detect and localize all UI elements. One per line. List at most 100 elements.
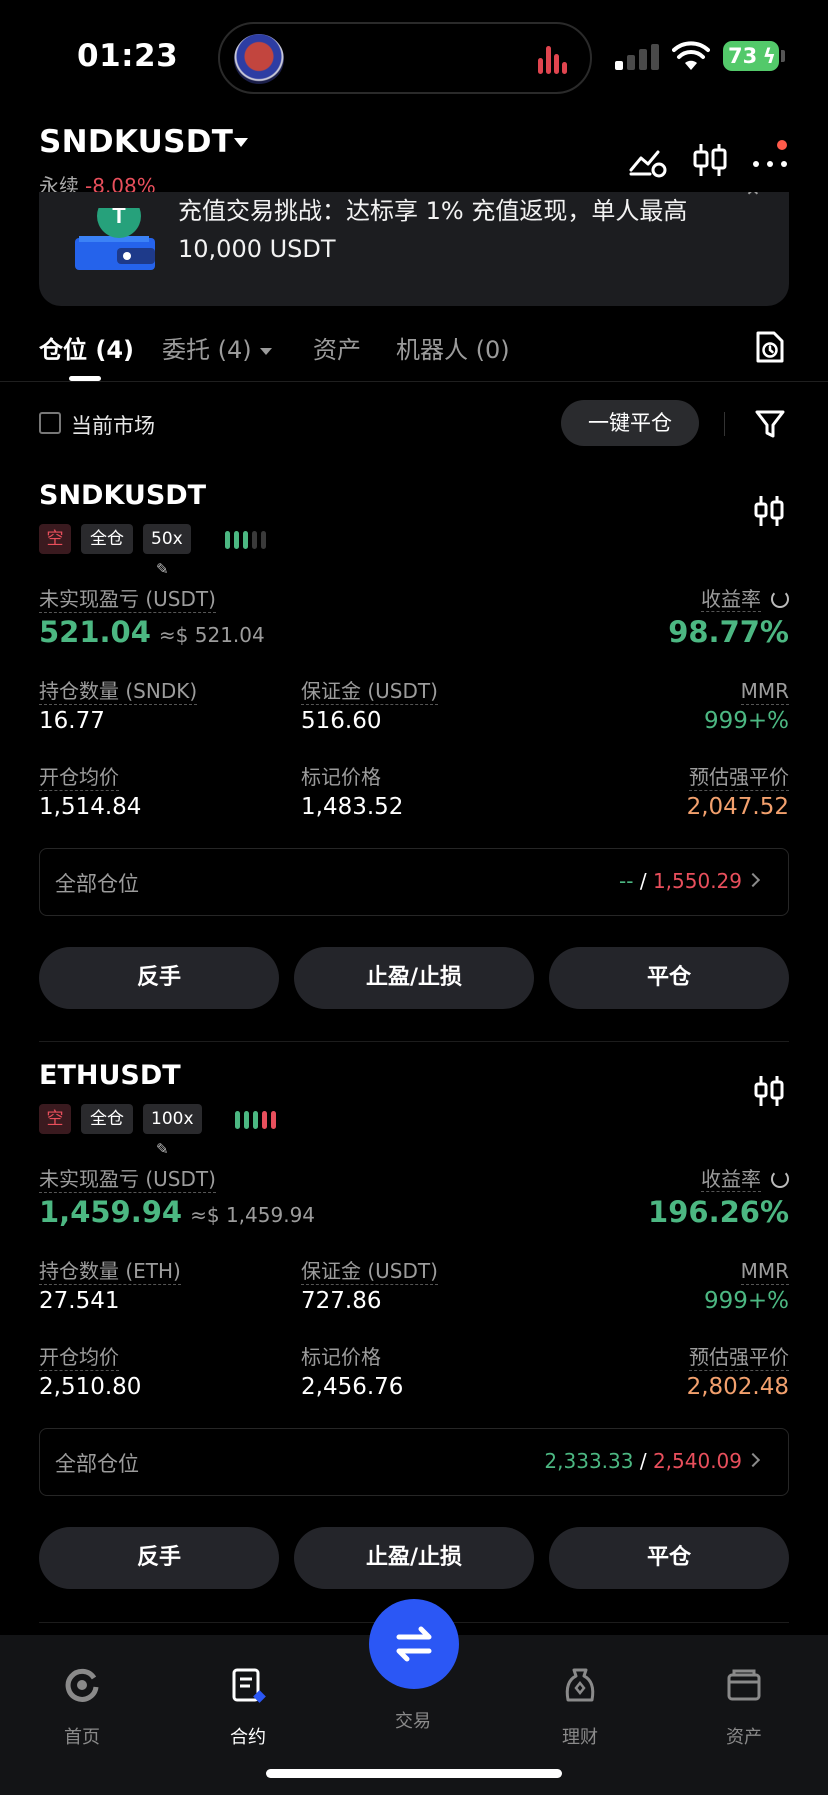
svg-text:T: T	[112, 208, 126, 228]
history-icon[interactable]	[754, 330, 786, 364]
unrealized-value: 521.04	[39, 615, 151, 649]
entry-label: 开仓均价	[39, 1345, 119, 1371]
roe-value: 98.77%	[668, 615, 789, 649]
tpsl-button[interactable]: 止盈/止损	[294, 1527, 534, 1589]
unrealized-approx: ≈$ 521.04	[158, 623, 265, 647]
mmr-value: 999+%	[703, 1288, 789, 1314]
leverage-tag[interactable]: 50x ✎	[143, 524, 191, 578]
tp-value: 2,333.33	[544, 1449, 634, 1473]
edit-icon: ✎	[156, 560, 169, 578]
mark-value: 1,483.52	[301, 794, 404, 820]
side-tag: 空	[39, 524, 71, 554]
tab-assets[interactable]: 资产	[313, 330, 361, 365]
all-positions-label: 全部仓位	[55, 872, 139, 896]
reverse-button[interactable]: 反手	[39, 1527, 279, 1589]
tpsl-values: 2,333.33 / 2,540.09	[544, 1449, 742, 1473]
unrealized-label: 未实现盈亏 (USDT)	[39, 1167, 216, 1193]
close-all-button[interactable]: 一键平仓	[561, 400, 699, 446]
battery-cap	[781, 50, 785, 62]
margin-mode-tag: 全仓	[81, 524, 133, 554]
status-time: 01:23	[77, 38, 179, 74]
refresh-icon[interactable]	[771, 1170, 789, 1188]
nav-finance[interactable]: 理财	[530, 1667, 630, 1749]
symbol-selector[interactable]: SNDKUSDT	[39, 124, 233, 160]
mmr-label: MMR	[740, 679, 789, 705]
edit-icon: ✎	[156, 1140, 169, 1158]
liq-value: 2,047.52	[686, 794, 789, 820]
current-market-label[interactable]: 当前市场	[71, 410, 155, 440]
leverage-tag[interactable]: 100x ✎	[143, 1104, 202, 1158]
close-icon[interactable]: ⌃	[743, 192, 763, 212]
wallet-promo-icon: T	[75, 208, 155, 270]
candlestick-icon[interactable]	[752, 1074, 786, 1108]
reverse-button[interactable]: 反手	[39, 947, 279, 1009]
nav-home[interactable]: 首页	[32, 1667, 132, 1749]
audio-bars-icon	[538, 46, 568, 74]
leverage-value: 50x	[151, 529, 183, 549]
close-position-button[interactable]: 平仓	[549, 1527, 789, 1589]
refresh-icon[interactable]	[771, 590, 789, 608]
candlestick-icon[interactable]	[752, 494, 786, 528]
all-positions-row[interactable]: 全部仓位 2,333.33 / 2,540.09	[39, 1428, 789, 1496]
sl-value: 1,550.29	[652, 869, 742, 893]
all-positions-row[interactable]: 全部仓位 -- / 1,550.29	[39, 848, 789, 916]
mark-label: 标记价格	[301, 765, 381, 789]
tab-positions[interactable]: 仓位 (4)	[39, 330, 134, 365]
app-logo-icon	[234, 34, 284, 84]
tab-underline	[69, 376, 101, 381]
tab-orders[interactable]: 委托 (4)	[162, 330, 272, 365]
filter-icon[interactable]	[754, 408, 786, 440]
tpsl-values: -- / 1,550.29	[619, 869, 742, 893]
nav-assets-label: 资产	[726, 1727, 762, 1748]
home-indicator	[266, 1769, 562, 1778]
finance-icon	[565, 1668, 595, 1702]
nav-contract[interactable]: 合约	[198, 1667, 298, 1749]
swap-icon	[396, 1626, 432, 1662]
trade-fab-button[interactable]	[369, 1599, 459, 1689]
chevron-right-icon	[745, 1452, 761, 1468]
liq-value: 2,802.48	[686, 1374, 789, 1400]
caret-down-icon	[259, 347, 272, 355]
close-position-button[interactable]: 平仓	[549, 947, 789, 1009]
caret-down-icon[interactable]	[234, 138, 248, 147]
liq-label: 预估强平价	[689, 1345, 789, 1371]
wifi-icon	[672, 41, 710, 70]
tab-orders-label: 委托 (4)	[162, 336, 252, 364]
roe-value: 196.26%	[648, 1195, 789, 1229]
margin-value: 516.60	[301, 708, 382, 734]
nav-trade-label[interactable]: 交易	[363, 1707, 463, 1733]
entry-value: 2,510.80	[39, 1374, 142, 1400]
mark-value: 2,456.76	[301, 1374, 404, 1400]
tab-bots[interactable]: 机器人 (0)	[396, 330, 510, 365]
tab-bar: 仓位 (4) 委托 (4) 资产 机器人 (0)	[0, 320, 828, 382]
mmr-label: MMR	[740, 1259, 789, 1285]
dynamic-island[interactable]	[218, 22, 592, 94]
mmr-value: 999+%	[703, 708, 789, 734]
promo-banner[interactable]: T 充值交易挑战：达标享 1% 充值返现，单人最高 10,000 USDT ⌃	[39, 192, 789, 306]
divider	[724, 412, 725, 436]
position-symbol[interactable]: SNDKUSDT	[39, 480, 206, 511]
candlestick-icon[interactable]	[690, 140, 730, 180]
nav-finance-label: 理财	[562, 1727, 598, 1748]
qty-label: 持仓数量 (SNDK)	[39, 679, 198, 705]
all-positions-label: 全部仓位	[55, 1452, 139, 1476]
chevron-right-icon	[745, 872, 761, 888]
margin-mode-tag: 全仓	[81, 1104, 133, 1134]
signal-icon	[615, 44, 659, 70]
mark-label: 标记价格	[301, 1345, 381, 1369]
chart-settings-icon[interactable]	[628, 140, 668, 180]
nav-assets[interactable]: 资产	[694, 1667, 794, 1749]
roe-label-text: 收益率	[701, 1167, 761, 1192]
unrealized-pnl: 1,459.94 ≈$ 1,459.94	[39, 1194, 315, 1233]
battery-icon: 73 ϟ	[723, 41, 779, 71]
position-symbol[interactable]: ETHUSDT	[39, 1060, 181, 1091]
tpsl-button[interactable]: 止盈/止损	[294, 947, 534, 1009]
margin-label: 保证金 (USDT)	[301, 679, 438, 705]
status-bar: 01:23 73 ϟ	[0, 0, 828, 112]
contract-icon	[232, 1668, 266, 1703]
roe-label: 收益率	[701, 1166, 789, 1192]
qty-value: 16.77	[39, 708, 105, 734]
nav-contract-label: 合约	[230, 1727, 266, 1748]
entry-label: 开仓均价	[39, 765, 119, 791]
current-market-checkbox[interactable]	[39, 412, 61, 434]
